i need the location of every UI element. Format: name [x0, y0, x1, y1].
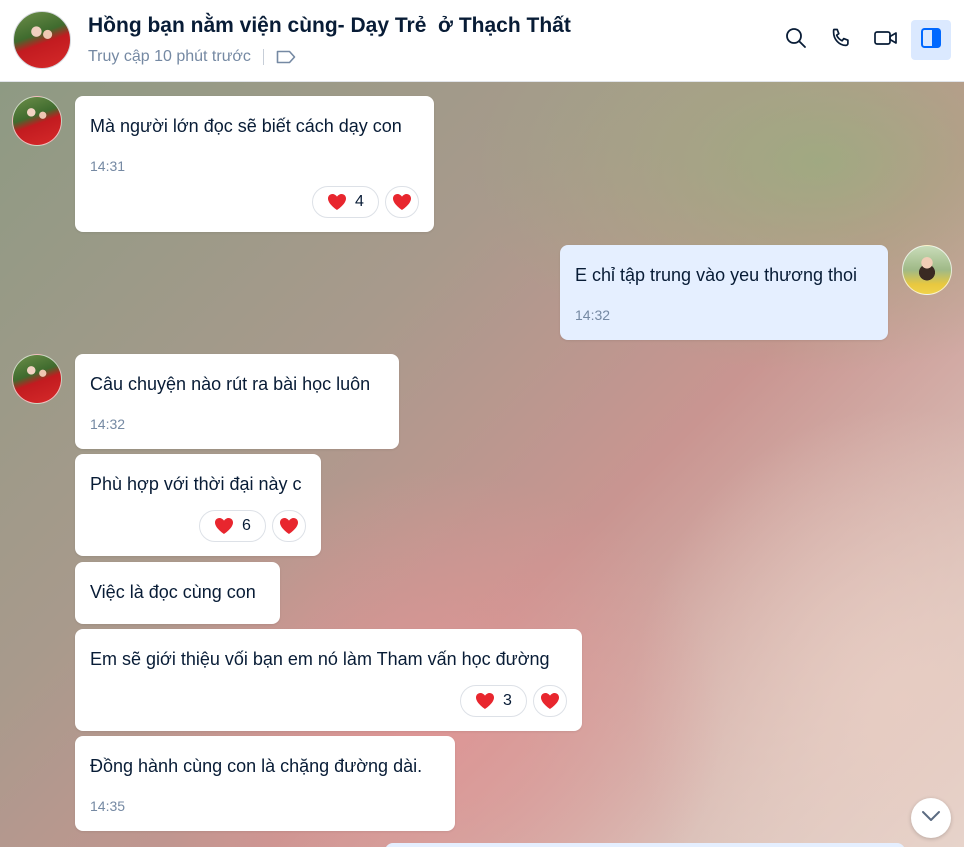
add-reaction-button[interactable]	[385, 186, 419, 218]
heart-icon	[475, 692, 495, 710]
message-text: Mà người lớn đọc sẽ biết cách dạy con	[90, 116, 402, 136]
message-time: 14:35	[90, 798, 126, 814]
reaction-summary[interactable]: 6	[199, 510, 266, 542]
divider	[262, 49, 264, 65]
message-bubble[interactable]: Mà người lớn đọc sẽ biết cách dạy con 14…	[75, 96, 434, 232]
my-message-bubble[interactable]: E chỉ tập trung vào yeu thương thoi 14:3…	[560, 245, 888, 340]
message-text: E chỉ tập trung vào yeu thương thoi	[575, 265, 858, 285]
message-bubble[interactable]: Câu chuyện nào rút ra bài học luôn 14:32	[75, 354, 399, 449]
message-text: Phù hợp với thời đại này c	[90, 474, 302, 494]
sender-avatar[interactable]	[12, 96, 62, 146]
video-camera-icon	[873, 26, 899, 55]
chat-header: Hồng bạn nằm viện cùng- Dạy Trẻ ở Thạch …	[0, 0, 964, 82]
heart-icon	[327, 193, 347, 211]
message-text: Đồng hành cùng con là chặng đường dài.	[90, 756, 423, 776]
chevron-down-icon	[921, 809, 941, 827]
side-panel-icon	[919, 26, 943, 55]
message-time: 14:31	[90, 158, 126, 174]
message-bubble[interactable]: Em sẽ giới thiệu vối bạn em nó làm Tham …	[75, 629, 582, 731]
reaction-summary[interactable]: 3	[460, 685, 527, 717]
message-text: Em sẽ giới thiệu vối bạn em nó làm Tham …	[90, 649, 550, 669]
heart-icon	[279, 517, 299, 535]
reaction-count: 6	[242, 517, 251, 534]
tag-icon[interactable]	[276, 50, 296, 64]
scroll-to-bottom-button[interactable]	[911, 798, 951, 838]
next-message-bubble	[385, 843, 905, 847]
group-avatar[interactable]	[13, 11, 71, 69]
call-button[interactable]	[821, 20, 861, 60]
last-seen-text: Truy cập 10 phút trước	[88, 48, 251, 65]
message-time: 14:32	[575, 307, 611, 323]
add-reaction-button[interactable]	[533, 685, 567, 717]
conversation-title[interactable]: Hồng bạn nằm viện cùng- Dạy Trẻ ở Thạch …	[88, 14, 571, 38]
reaction-count: 3	[503, 692, 512, 709]
message-text: Việc là đọc cùng con	[90, 582, 256, 602]
toggle-info-panel-button[interactable]	[911, 20, 951, 60]
message-text: Câu chuyện nào rút ra bài học luôn	[90, 374, 371, 394]
reaction-count: 4	[355, 193, 364, 210]
message-bubble[interactable]: Việc là đọc cùng con	[75, 562, 280, 624]
search-button[interactable]	[776, 20, 816, 60]
video-call-button[interactable]	[866, 20, 906, 60]
phone-icon	[829, 26, 853, 55]
message-bubble[interactable]: Phù hợp với thời đại này c 6	[75, 454, 321, 556]
search-icon	[784, 26, 808, 55]
sender-avatar[interactable]	[12, 354, 62, 404]
heart-icon	[392, 193, 412, 211]
message-bubble[interactable]: Đồng hành cùng con là chặng đường dài. 1…	[75, 736, 455, 831]
reaction-summary[interactable]: 4	[312, 186, 379, 218]
message-time: 14:32	[90, 416, 126, 432]
add-reaction-button[interactable]	[272, 510, 306, 542]
message-list[interactable]: Mà người lớn đọc sẽ biết cách dạy con 14…	[0, 82, 964, 847]
heart-icon	[214, 517, 234, 535]
my-avatar[interactable]	[902, 245, 952, 295]
heart-icon	[540, 692, 560, 710]
last-seen-row: Truy cập 10 phút trước	[88, 48, 296, 66]
